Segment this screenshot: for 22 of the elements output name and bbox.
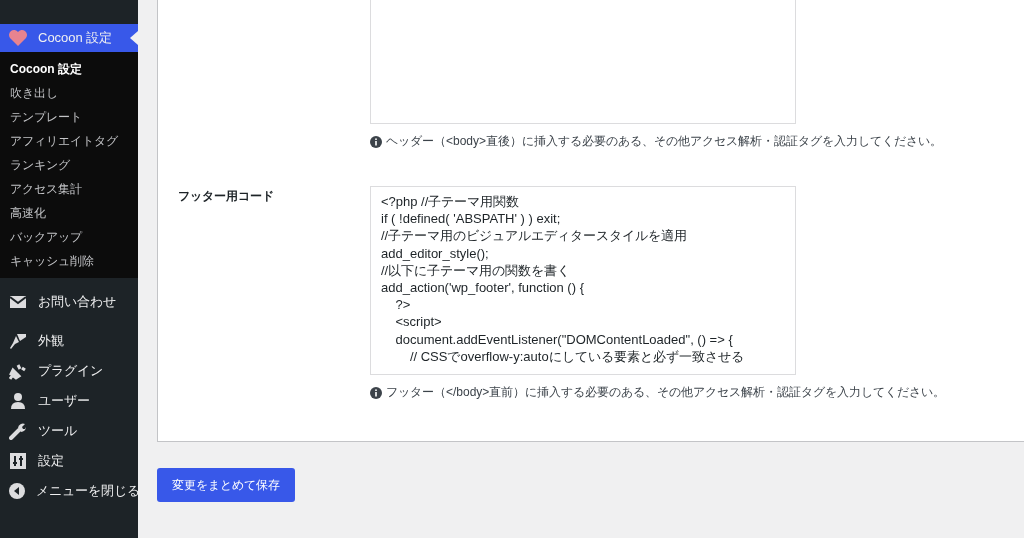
sidebar-item[interactable]: メニューを閉じる bbox=[0, 476, 138, 506]
sidebar-item[interactable]: ツール bbox=[0, 416, 138, 446]
submenu-item[interactable]: 吹き出し bbox=[0, 81, 138, 105]
submenu-item[interactable]: バックアップ bbox=[0, 225, 138, 249]
field-hint: フッター（</body>直前）に挿入する必要のある、その他アクセス解析・認証タグを入力してください。 bbox=[386, 384, 946, 401]
sidebar-item[interactable]: 外観 bbox=[0, 326, 138, 356]
sidebar-item[interactable]: お問い合わせ bbox=[0, 287, 138, 317]
sidebar-item[interactable]: 設定 bbox=[0, 446, 138, 476]
field-label: フッター用コード bbox=[177, 188, 274, 203]
submenu-item[interactable]: アクセス集計 bbox=[0, 177, 138, 201]
sidebar-item[interactable]: Cocoon 設定 bbox=[0, 24, 138, 52]
submenu-item[interactable]: テンプレート bbox=[0, 105, 138, 129]
submenu-item[interactable]: ランキング bbox=[0, 153, 138, 177]
submenu-item[interactable]: アフィリエイトタグ bbox=[0, 129, 138, 153]
save-button[interactable]: 変更をまとめて保存 bbox=[157, 468, 295, 502]
code-field[interactable]: <?php //子テーマ用関数 if ( !defined( 'ABSPATH' ) ) exit; //子テーマ用のビジュアルエディタースタイルを適用 add_editor_style(); //以下に子テーマ用の関数を書く add_action('wp_footer', function () { ?> <script> document.addEventListener("DOMContentLoaded", () => { // CSSでoverflow-y:autoにしている要素と必ず一致させる bbox=[370, 186, 796, 375]
sidebar-item[interactable]: ユーザー bbox=[0, 386, 138, 416]
field-hint: ヘッダー（<body>直後）に挿入する必要のある、その他アクセス解析・認証タグを入力してください。 bbox=[386, 133, 943, 150]
sidebar-item[interactable]: プラグイン bbox=[0, 356, 138, 386]
submenu-item[interactable]: キャッシュ削除 bbox=[0, 249, 138, 273]
submenu-item[interactable]: Cocoon 設定 bbox=[0, 57, 138, 81]
submenu-item[interactable]: 高速化 bbox=[0, 201, 138, 225]
